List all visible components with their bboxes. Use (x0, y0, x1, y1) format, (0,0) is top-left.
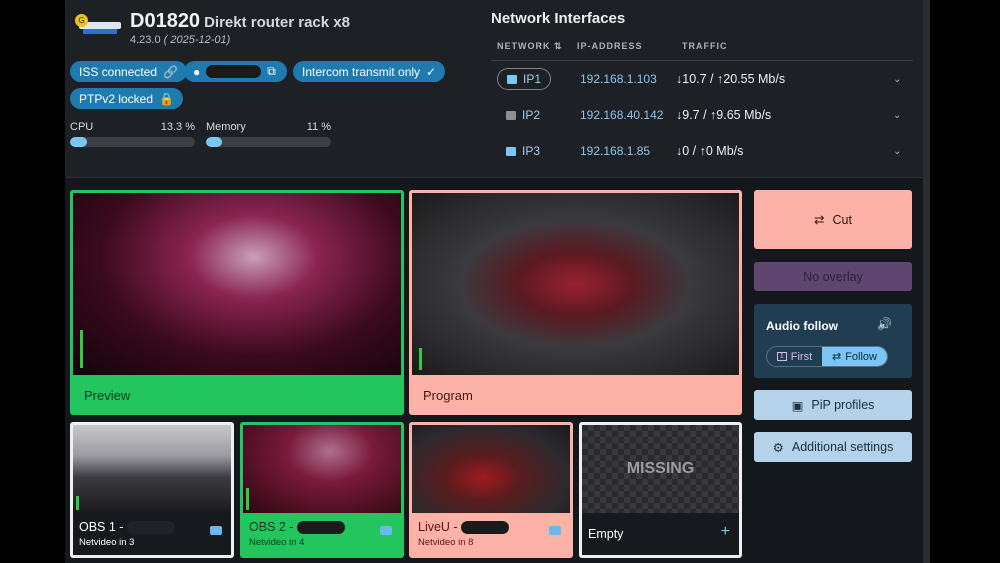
col-ip: IP-ADDRESS (577, 41, 643, 51)
network-row[interactable]: IP3 192.168.1.85 ↓0 / ↑0 Mb/s ⌄ (491, 133, 913, 169)
source-name: OBS 2 - (249, 520, 345, 535)
traffic-value: ↓9.7 / ↑9.65 Mb/s (676, 108, 772, 122)
network-row[interactable]: IP1 192.168.1.103 ↓10.7 / ↑20.55 Mb/s ⌄ (491, 61, 913, 97)
missing-placeholder: MISSING (582, 425, 739, 513)
cpu-bar (70, 137, 195, 147)
source-name: Empty (588, 527, 624, 541)
camera-icon (380, 526, 392, 535)
network-title: Network Interfaces (491, 10, 626, 27)
scrollbar[interactable] (923, 0, 930, 563)
swap-icon: ⇄ (814, 213, 825, 227)
ethernet-icon (506, 146, 516, 156)
camera-icon (210, 526, 222, 535)
network-interfaces: Network Interfaces NETWORK ⇅ IP-ADDRESS … (491, 10, 913, 169)
number-one-icon: 1 (776, 352, 787, 361)
ip-address: 192.168.1.103 (580, 72, 657, 86)
pip-icon: ▣ (791, 398, 804, 413)
ethernet-icon (507, 74, 517, 84)
audio-follow-panel: Audio follow 🔊 1 First ⇄ Follow (754, 304, 912, 378)
ptp-chip[interactable]: PTPv2 locked 🔒 (70, 88, 183, 109)
memory-stat: Memory 11 % (206, 121, 331, 147)
traffic-value: ↓0 / ↑0 Mb/s (676, 144, 744, 158)
preview-tile[interactable]: Preview (70, 190, 404, 415)
cpu-stat: CPU 13.3 % (70, 121, 195, 147)
traffic-value: ↓10.7 / ↑20.55 Mb/s (676, 72, 786, 86)
copy-icon[interactable]: ⧉ (267, 64, 276, 79)
source-tile[interactable]: LiveU - Netvideo in 8 (409, 422, 573, 558)
network-table-header: NETWORK ⇅ IP-ADDRESS TRAFFIC (491, 41, 913, 61)
network-row[interactable]: IP2 192.168.40.142 ↓9.7 / ↑9.65 Mb/s ⌄ (491, 97, 913, 133)
intercom-chip[interactable]: Intercom transmit only ✓ (293, 61, 446, 82)
source-video (412, 425, 570, 513)
app-window: G D01820 Direkt router rack x8 4.23.0 ( 2… (65, 0, 930, 563)
source-tile[interactable]: OBS 2 - Netvideo in 4 (240, 422, 404, 558)
first-toggle[interactable]: 1 First (767, 347, 822, 366)
iss-connected-chip[interactable]: ISS connected 🔗 (70, 61, 188, 82)
col-traffic: TRAFFIC (682, 41, 728, 51)
source-name: OBS 1 - (79, 520, 175, 535)
additional-settings-button[interactable]: ⚙ Additional settings (754, 432, 912, 462)
col-network[interactable]: NETWORK ⇅ (497, 41, 577, 52)
camera-icon (549, 526, 561, 535)
chevron-down-icon[interactable]: ⌄ (893, 110, 913, 121)
device-version: 4.23.0 ( 2025-12-01) (130, 34, 231, 46)
add-icon[interactable]: + (721, 523, 730, 541)
source-input: Netvideo in 3 (79, 537, 135, 548)
chevron-down-icon[interactable]: ⌄ (893, 74, 913, 85)
device-title: D01820 Direkt router rack x8 (130, 10, 350, 32)
lock-icon: 🔒 (159, 91, 174, 106)
source-video (243, 425, 401, 513)
ip2-button[interactable]: IP2 (497, 105, 549, 125)
program-tile[interactable]: Program (409, 190, 742, 415)
pip-profiles-button[interactable]: ▣ PiP profiles (754, 390, 912, 420)
ip1-button[interactable]: IP1 (497, 68, 552, 90)
audio-follow-title: Audio follow (766, 319, 838, 333)
globe-icon: ● (193, 64, 201, 79)
cut-button[interactable]: ⇄ Cut (754, 190, 912, 249)
link-icon: 🔗 (163, 64, 179, 79)
source-input: Netvideo in 4 (249, 537, 305, 548)
preview-label: Preview (84, 388, 131, 403)
follow-toggle[interactable]: ⇄ Follow (822, 347, 887, 366)
program-label: Program (423, 388, 473, 403)
ip-address: 192.168.1.85 (580, 144, 651, 158)
source-video (73, 425, 231, 513)
empty-source-tile[interactable]: MISSING Empty + (579, 422, 742, 558)
no-overlay-button[interactable]: No overlay (754, 262, 912, 291)
program-video (412, 193, 739, 375)
audio-meter (419, 348, 422, 370)
speaker-icon[interactable]: 🔊 (877, 317, 892, 331)
ip3-button[interactable]: IP3 (497, 141, 549, 161)
ip-address: 192.168.40.142 (580, 108, 664, 122)
source-input: Netvideo in 8 (418, 537, 474, 548)
source-name: LiveU - (418, 520, 510, 535)
preview-video (73, 193, 401, 375)
status-header: G D01820 Direkt router rack x8 4.23.0 ( 2… (65, 0, 923, 178)
ethernet-icon (506, 110, 516, 120)
memory-bar (206, 137, 331, 147)
public-address-chip[interactable]: ● ⧉ (184, 61, 287, 82)
source-tile[interactable]: OBS 1 - Netvideo in 3 (70, 422, 234, 558)
chevron-down-icon[interactable]: ⌄ (893, 146, 913, 157)
audio-meter (80, 330, 83, 368)
gear-icon: ⚙ (772, 440, 784, 455)
swap-icon: ⇄ (831, 351, 842, 363)
check-icon: ✓ (426, 64, 437, 79)
device-logo: G (73, 10, 123, 40)
